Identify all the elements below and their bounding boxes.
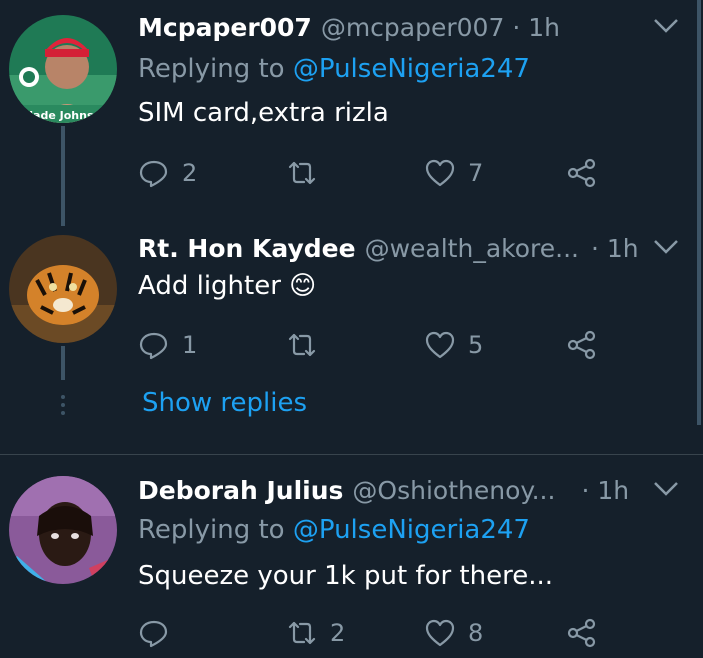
display-name[interactable]: Rt. Hon Kaydee [138,234,356,263]
heart-icon [425,331,455,359]
user-handle[interactable]: @Oshiothenoy... [352,476,555,505]
share-icon [567,618,596,648]
tweet-header: Deborah Julius @Oshiothenoy... · 1h [138,473,629,507]
tweet-header: Mcpaper007 @mcpaper007 · 1h [138,10,560,44]
share-button[interactable] [566,616,598,650]
chevron-down-icon[interactable] [653,480,679,498]
avatar[interactable] [9,476,117,584]
reply-button[interactable] [138,616,182,650]
retweet-button[interactable] [286,156,330,190]
tweet-text: Add lighter 😊 [138,271,317,301]
share-button[interactable] [566,328,598,362]
share-icon [567,330,596,360]
thread-line [61,346,65,380]
like-button[interactable]: 7 [424,156,483,190]
reply-icon [139,620,168,648]
retweet-icon [288,621,316,645]
thread-dot [61,403,65,407]
like-count: 7 [468,159,484,187]
reply-button[interactable]: 2 [138,156,197,190]
display-name[interactable]: Deborah Julius [138,476,343,505]
replying-to-label: Replying to [138,54,285,84]
tweet-text: SIM card,extra rizla [138,98,389,128]
mention-link[interactable]: @PulseNigeria247 [293,54,530,84]
heart-icon [425,619,455,647]
show-replies-link[interactable]: Show replies [142,388,307,418]
reply-icon [139,332,168,360]
heart-icon [425,159,455,187]
avatar[interactable]: Olade Johns... [9,15,117,123]
reply-icon [139,160,168,188]
tweet-text: Squeeze your 1k put for there... [138,561,554,591]
avatar[interactable] [9,235,117,343]
tweet-header: Rt. Hon Kaydee @wealth_akore... · 1h [138,231,639,265]
like-button[interactable]: 5 [424,328,483,362]
tweet[interactable]: Rt. Hon Kaydee @wealth_akore... · 1h Add… [138,231,693,371]
reply-count: 1 [182,331,198,359]
replying-to-label: Replying to [138,515,285,545]
tweet[interactable]: Mcpaper007 @mcpaper007 · 1h Replying to … [138,10,693,200]
retweet-button[interactable] [286,328,330,362]
thread-dot [61,395,65,399]
retweet-icon [288,333,316,357]
like-count: 8 [468,619,484,647]
timestamp: · 1h [590,233,639,263]
like-count: 5 [468,331,484,359]
replying-to: Replying to @PulseNigeria247 [138,515,530,545]
tweet[interactable]: Deborah Julius @Oshiothenoy... · 1h Repl… [138,473,693,658]
timestamp: · 1h [512,12,561,42]
chevron-down-icon[interactable] [653,238,679,256]
tweet-actions: 2 7 [138,156,608,190]
retweet-button[interactable]: 2 [286,616,345,650]
retweet-icon [288,161,316,185]
tweet-actions: 2 8 [138,616,608,650]
reply-button[interactable]: 1 [138,328,197,362]
share-icon [567,158,596,188]
scrollbar[interactable] [697,0,701,425]
reply-count: 2 [182,159,198,187]
chevron-down-icon[interactable] [653,17,679,35]
svg-text:Olade Johns...: Olade Johns... [20,109,106,122]
divider [0,454,703,455]
share-button[interactable] [566,156,598,190]
tweet-actions: 1 5 [138,328,608,362]
user-handle[interactable]: @mcpaper007 [321,13,505,42]
thread-dot [61,411,65,415]
retweet-count: 2 [330,619,346,647]
user-handle[interactable]: @wealth_akore... [365,234,579,263]
mention-link[interactable]: @PulseNigeria247 [293,515,530,545]
timestamp: · 1h [581,475,630,505]
thread-line [61,126,65,226]
replying-to: Replying to @PulseNigeria247 [138,54,530,84]
display-name[interactable]: Mcpaper007 [138,13,312,42]
like-button[interactable]: 8 [424,616,483,650]
